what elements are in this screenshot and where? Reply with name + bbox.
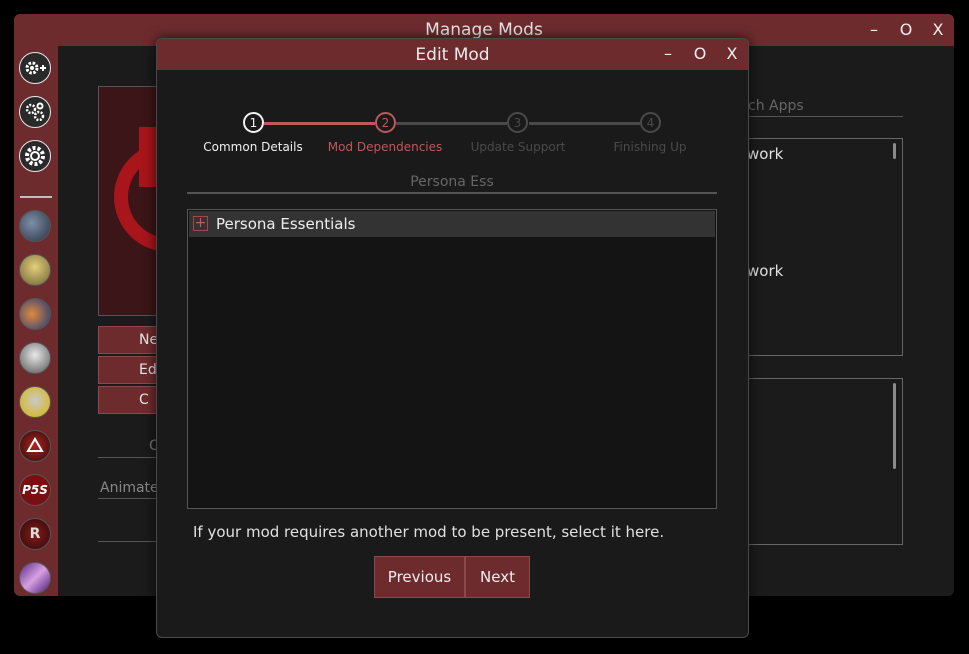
manage-gears-icon[interactable] [19,96,51,128]
edit-mod-button[interactable]: Ed [98,356,160,384]
avatar-p4-character-white[interactable] [19,342,51,374]
bg-divider [98,498,160,499]
bg-animate-partial: Animate [100,480,159,496]
add-mod-gear-icon[interactable] [19,52,51,84]
scrollbar-thumb[interactable] [893,383,896,469]
expand-plus-icon[interactable]: + [193,216,208,231]
main-window-title: Manage Mods [425,20,543,40]
avatar-p4-character-blonde[interactable] [19,254,51,286]
step-3-label: Update Support [470,140,566,154]
sidebar: P5S R [14,46,58,596]
step-4-label: Finishing Up [613,140,687,154]
main-close-button[interactable]: X [925,18,951,42]
settings-gear-icon[interactable] [19,140,51,172]
next-button[interactable]: Next [465,556,530,598]
dependency-filter-input[interactable]: Persona Ess [187,174,717,190]
sidebar-divider [20,196,52,198]
avatar-p3-character[interactable] [19,298,51,330]
list-item[interactable]: work [747,262,783,280]
avatar-p5r-logo[interactable] [19,430,51,462]
avatar-purple-art[interactable] [19,562,51,594]
step-2-indicator: 2 [375,112,396,133]
details-list[interactable] [734,378,903,545]
dialog-maximize-button[interactable]: O [687,42,713,66]
step-connector [396,122,507,125]
edit-mod-dialog: Edit Mod – O X 1 2 3 4 Common Details Mo… [156,38,749,638]
avatar-p4-character-glasses[interactable] [19,386,51,418]
dependency-hint: If your mod requires another mod to be p… [193,523,665,541]
new-mod-button[interactable]: Ne [98,326,160,354]
dialog-close-button[interactable]: X [719,42,745,66]
main-maximize-button[interactable]: O [893,18,919,42]
mod-preview-image [98,86,162,316]
list-item[interactable]: work [747,145,783,163]
avatar-p4-character[interactable] [19,210,51,242]
step-2-label: Mod Dependencies [327,140,443,154]
avatar-r-logo[interactable]: R [19,518,51,550]
apps-list[interactable]: work work [734,138,903,356]
dialog-titlebar[interactable]: Edit Mod – O X [157,39,748,70]
step-connector [529,122,640,125]
step-1-label: Common Details [203,140,303,154]
step-1-indicator: 1 [243,112,264,133]
search-underline [734,116,903,117]
bg-divider [98,541,160,542]
step-3-indicator: 3 [507,112,528,133]
scrollbar-thumb[interactable] [893,143,896,159]
dependency-list[interactable]: + Persona Essentials [187,209,717,509]
main-minimize-button[interactable]: – [861,18,887,42]
bg-divider [98,457,160,458]
dependency-label: Persona Essentials [216,215,356,233]
step-connector-completed [264,122,375,125]
previous-button[interactable]: Previous [374,556,465,598]
config-mod-button[interactable]: C [98,386,160,414]
step-4-indicator: 4 [640,112,661,133]
avatar-p5s-logo[interactable]: P5S [19,474,51,506]
filter-underline [187,192,717,194]
list-item[interactable]: + Persona Essentials [189,211,715,237]
dialog-minimize-button[interactable]: – [655,42,681,66]
